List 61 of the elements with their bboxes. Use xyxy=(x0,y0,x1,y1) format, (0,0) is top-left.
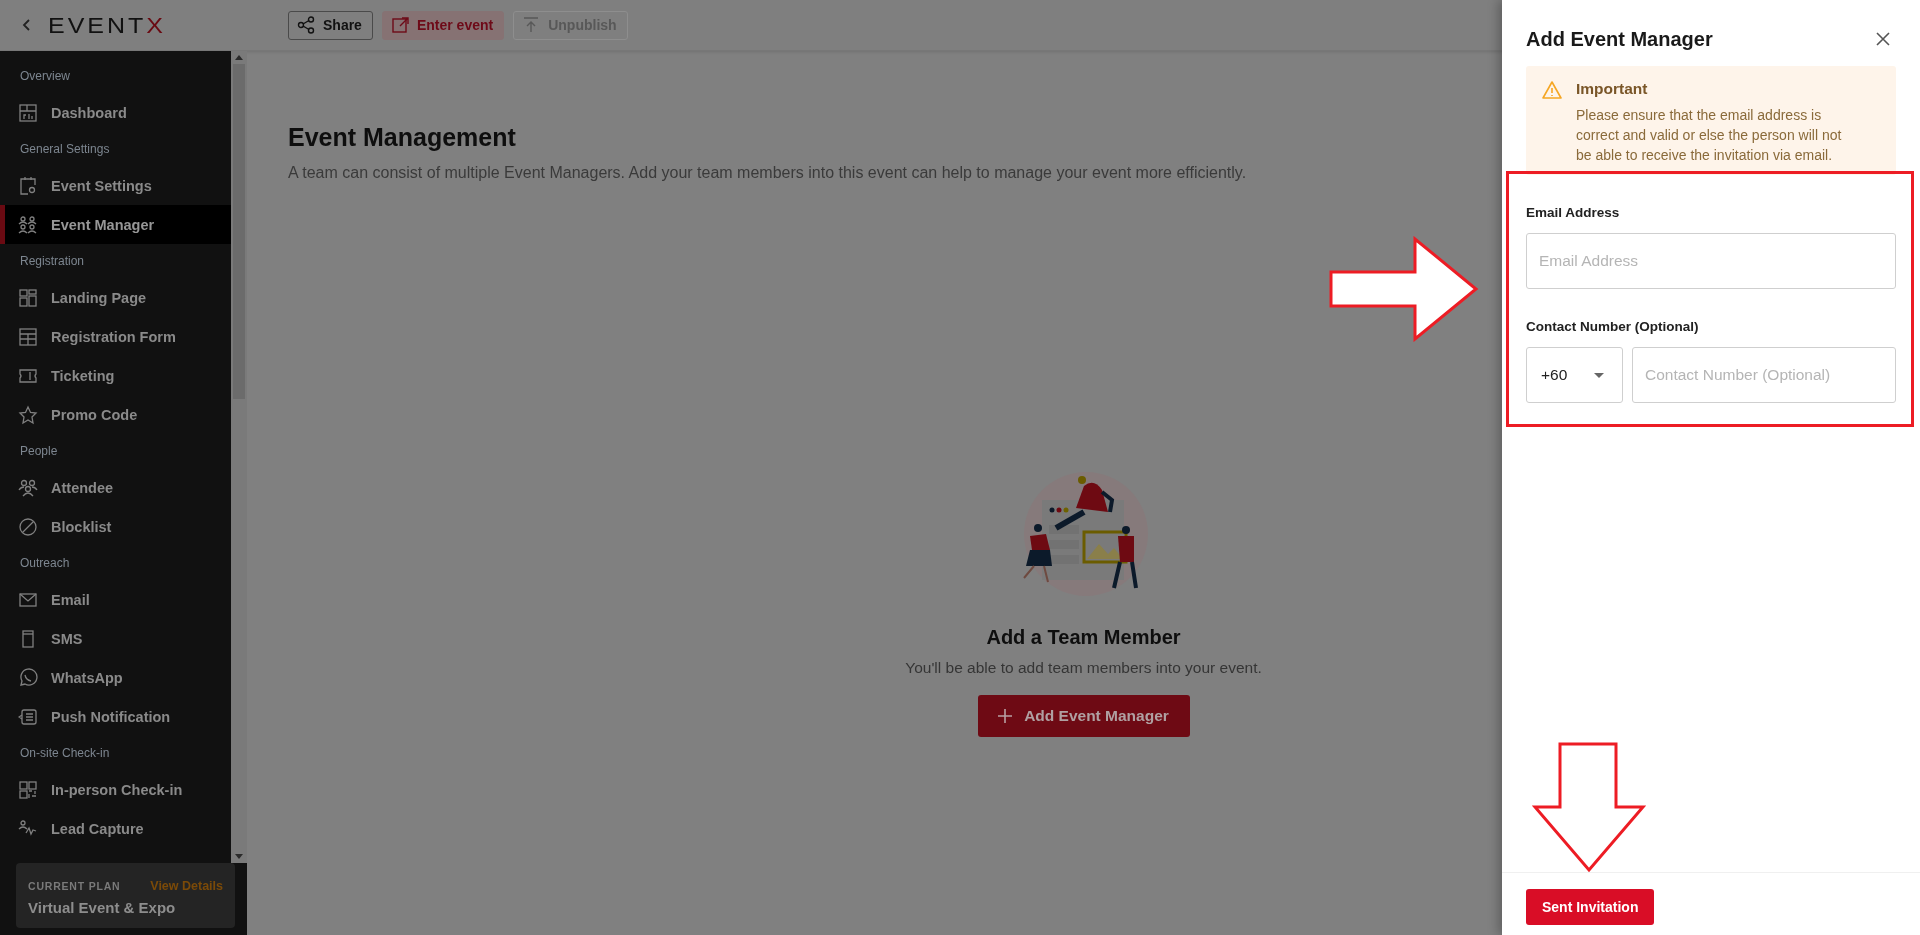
calendar-chart-icon xyxy=(18,102,38,123)
star-icon xyxy=(18,404,38,425)
nav-section-title: On-site Check-in xyxy=(19,745,111,762)
scroll-up-icon[interactable] xyxy=(235,55,243,60)
sidebar-item[interactable]: WhatsApp xyxy=(0,658,231,697)
add-event-manager-button[interactable]: Add Event Manager xyxy=(977,695,1190,737)
alert-title: Important xyxy=(1576,80,1649,98)
table-icon xyxy=(18,326,38,347)
sidebar-item[interactable]: Registration Form xyxy=(0,317,231,356)
field-label: Email Address xyxy=(1526,205,1621,220)
email-input-field[interactable]: Email Address xyxy=(1526,233,1896,289)
sidebar-item[interactable]: Attendee xyxy=(0,468,231,507)
logo: EVENTX xyxy=(48,12,167,38)
scroll-down-icon[interactable] xyxy=(235,854,243,859)
plus-icon xyxy=(998,709,1013,723)
page-title: Event Management xyxy=(288,123,516,152)
sidebar-item[interactable]: Landing Page xyxy=(0,278,231,317)
warning-icon xyxy=(1542,81,1562,99)
sidebar-item[interactable]: Lead Capture xyxy=(0,809,231,848)
share-icon xyxy=(297,16,315,34)
drawer-title: Add Event Manager xyxy=(1526,27,1713,51)
alert-message: Please ensure that the email address is correct and valid or else the person will not be able to receive the invitation via email. xyxy=(1576,106,1843,165)
group-icon xyxy=(18,477,38,498)
empty-state-text: You'll be able to add team members into your event. xyxy=(905,659,1262,677)
plan-caption: CURRENT PLAN xyxy=(28,880,121,892)
sidebar-item[interactable]: Ticketing xyxy=(0,356,231,395)
field-label: Contact Number (Optional) xyxy=(1526,319,1700,334)
nav-section-title: Overview xyxy=(19,68,71,85)
layout-icon xyxy=(18,287,38,308)
nav-section-title: Registration xyxy=(19,253,86,270)
sidebar-item[interactable]: Blocklist xyxy=(0,507,231,546)
nav-section-title: General Settings xyxy=(19,141,111,158)
page-description: A team can consist of multiple Event Managers. Add your team members into this event can help to manage your event more efficiently. xyxy=(288,164,1248,182)
plan-name: Virtual Event & Expo xyxy=(28,899,177,916)
close-icon[interactable] xyxy=(1876,32,1890,46)
contact-number-input-field[interactable]: Contact Number (Optional) xyxy=(1632,347,1896,403)
empty-state-title: Add a Team Member xyxy=(986,626,1181,649)
sidebar-item[interactable]: Email xyxy=(0,580,231,619)
sidebar-item[interactable]: In-person Check-in xyxy=(0,770,231,809)
block-icon xyxy=(18,516,38,537)
chat-bubble-icon xyxy=(18,667,38,688)
sidebar-item[interactable]: Dashboard xyxy=(0,93,231,132)
calendar-gear-icon xyxy=(18,175,38,196)
sidebar-item[interactable]: Event Manager xyxy=(0,205,231,244)
send-invitation-button[interactable]: Sent Invitation xyxy=(1526,889,1655,925)
upload-icon xyxy=(522,16,541,34)
sidebar-item[interactable]: Event Settings xyxy=(0,166,231,205)
nav-section-title: Outreach xyxy=(19,555,71,572)
caret-icon xyxy=(1594,372,1604,378)
external-link-icon xyxy=(390,16,409,34)
message-list-icon xyxy=(18,706,38,727)
qr-code-icon xyxy=(18,779,38,800)
people-icon xyxy=(18,214,38,235)
sidebar-item[interactable]: SMS xyxy=(0,619,231,658)
sidebar-item[interactable]: Push Notification xyxy=(0,697,231,736)
country-code-dropdown[interactable]: +60 xyxy=(1526,347,1623,403)
toolbar-button[interactable]: Share xyxy=(288,10,373,40)
nav-section-title: People xyxy=(19,443,59,460)
sidebar-item[interactable]: Promo Code xyxy=(0,395,231,434)
back-icon[interactable] xyxy=(22,18,32,32)
scrollbar[interactable] xyxy=(231,51,247,863)
